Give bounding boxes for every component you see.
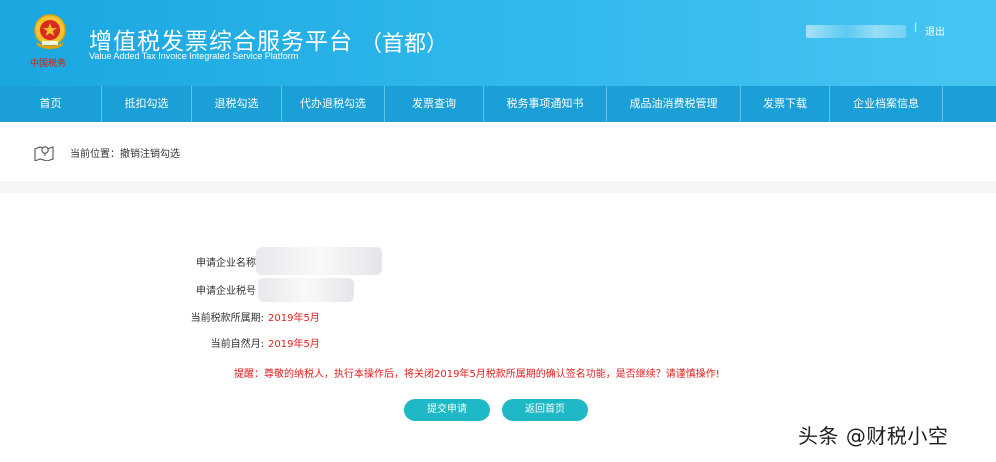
tax-id-label: 申请企业税号 [196, 285, 256, 297]
natural-month-value-row: 2019年5月 [268, 334, 388, 350]
nav-item-deduction-select[interactable]: 抵扣勾选 [102, 86, 192, 122]
natural-month-value: 2019年5月 [268, 338, 320, 350]
nav-item-invoice-query[interactable]: 发票查询 [385, 86, 484, 122]
nav-item-invoice-download[interactable]: 发票下载 [741, 86, 830, 122]
return-home-button[interactable]: 返回首页 [502, 399, 588, 421]
header-separator: | [914, 22, 918, 33]
company-name-label: 申请企业名称 [196, 257, 256, 269]
submit-application-button[interactable]: 提交申请 [404, 399, 490, 421]
user-name-redacted [806, 25, 906, 38]
logout-link[interactable]: 退出 [925, 23, 945, 38]
nav-item-enterprise-profile[interactable]: 企业档案信息 [830, 86, 943, 122]
company-name-row: 申请企业名称 [0, 253, 256, 269]
nav-item-home[interactable]: 首页 [0, 86, 102, 122]
company-name-redacted [256, 247, 382, 275]
tax-period-row: 当前税款所属期: [0, 308, 264, 324]
tax-period-value: 2019年5月 [268, 312, 320, 324]
nav-item-tax-notice[interactable]: 税务事项通知书 [484, 86, 607, 122]
region-label: （首都） [360, 32, 449, 57]
app-subtitle-en: Value Added Tax Invoice Integrated Servi… [89, 51, 299, 61]
tax-period-value-row: 2019年5月 [268, 308, 388, 324]
breadcrumb-current: 撤销注销勾选 [120, 148, 180, 160]
breadcrumb: 当前位置： 撤销注销勾选 [34, 142, 180, 162]
natural-month-row: 当前自然月: [0, 334, 264, 350]
watermark-text: 头条 @财税小空 [798, 424, 949, 448]
breadcrumb-label: 当前位置： [70, 148, 120, 160]
main-nav: 首页 抵扣勾选 退税勾选 代办退税勾选 发票查询 税务事项通知书 成品油消费税管… [0, 86, 996, 122]
warning-message: 提醒：尊敬的纳税人，执行本操作后，将关闭2019年5月税款所属期的确认签名功能，… [234, 369, 720, 380]
natural-month-label: 当前自然月: [210, 338, 264, 350]
tax-period-label: 当前税款所属期: [190, 312, 264, 324]
tax-id-row: 申请企业税号 [0, 281, 256, 297]
section-divider [0, 181, 996, 193]
app-header: 中国税务 增值税发票综合服务平台 （首都） Value Added Tax In… [0, 0, 996, 86]
nav-item-oil-tax-management[interactable]: 成品油消费税管理 [607, 86, 741, 122]
nav-item-refund-select[interactable]: 退税勾选 [192, 86, 282, 122]
emblem-caption: 中国税务 [30, 59, 67, 69]
tax-id-redacted [258, 278, 354, 302]
national-tax-emblem-icon [34, 14, 66, 49]
map-location-icon [34, 146, 54, 161]
nav-item-agent-refund-select[interactable]: 代办退税勾选 [282, 86, 385, 122]
